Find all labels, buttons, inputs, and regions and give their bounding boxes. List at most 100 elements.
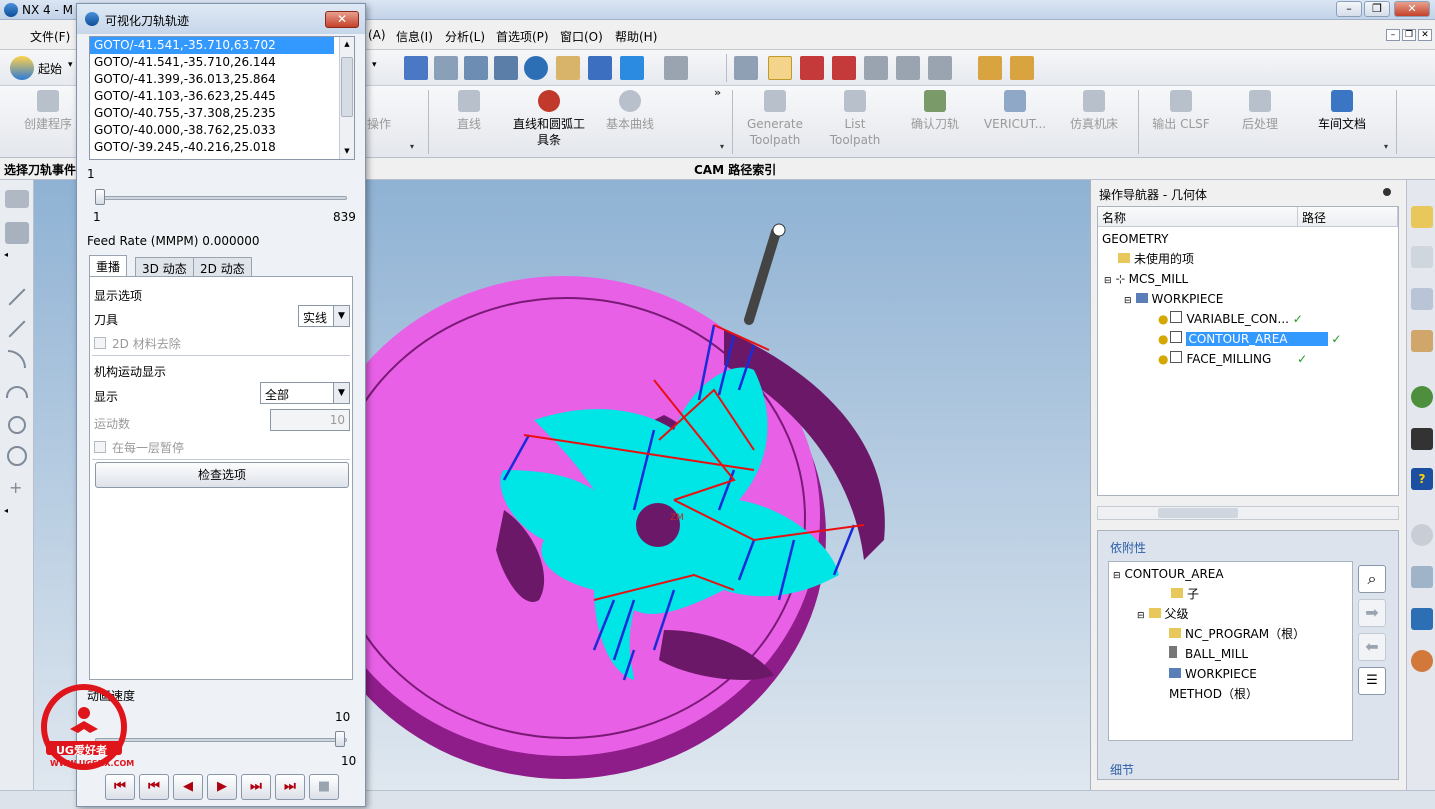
arc-tool-icon[interactable]: [8, 350, 26, 368]
tab-replay[interactable]: 重播: [89, 255, 128, 277]
vericut-button[interactable]: VERICUT...: [980, 90, 1050, 132]
list-view-icon[interactable]: ☰: [1358, 667, 1386, 695]
menu-info[interactable]: 信息(I): [396, 28, 433, 45]
scroll-thumb[interactable]: [1158, 508, 1238, 518]
create-program-button[interactable]: 创建程序: [18, 90, 78, 132]
fast-forward-button[interactable]: ⏭: [275, 774, 305, 800]
tool-icon[interactable]: [5, 222, 29, 244]
speed-slider-thumb[interactable]: [335, 731, 345, 747]
zoom-window-icon[interactable]: [434, 56, 458, 80]
doc-close-button[interactable]: ✕: [1418, 29, 1432, 41]
close-window-button[interactable]: ✕: [1394, 1, 1430, 17]
line-tool-2-icon[interactable]: [8, 320, 26, 338]
dep-row-nc-program[interactable]: NC_PROGRAM（根）: [1113, 624, 1349, 644]
collapse-icon[interactable]: ⊟: [1113, 571, 1121, 581]
program-view-icon[interactable]: [1411, 246, 1433, 268]
dep-row-ball-mill[interactable]: BALL_MILL: [1113, 644, 1349, 664]
layer-icon[interactable]: [734, 56, 758, 80]
point-tool-icon[interactable]: +: [9, 480, 25, 496]
arc-center-icon[interactable]: [928, 56, 952, 80]
column-header-path[interactable]: 路径: [1298, 207, 1398, 227]
restore-button[interactable]: ❐: [1364, 1, 1390, 17]
doc-restore-button[interactable]: ❐: [1402, 29, 1416, 41]
detail-title[interactable]: 细节: [1110, 761, 1134, 778]
output-clsf-button[interactable]: 输出 CLSF: [1148, 90, 1214, 132]
minimize-button[interactable]: –: [1336, 1, 1362, 17]
speed-slider-track[interactable]: [95, 738, 347, 742]
dep-row-method[interactable]: METHOD（根）: [1113, 684, 1349, 704]
dep-row-workpiece[interactable]: WORKPIECE: [1113, 664, 1349, 684]
tree-row-mcs-mill[interactable]: ⊟ ⊹ MCS_MILL: [1102, 269, 1392, 289]
tool-display-select[interactable]: 实线 ▼: [298, 305, 350, 327]
operation-navigator-tab-icon[interactable]: [1411, 206, 1433, 228]
history-icon[interactable]: [1411, 524, 1433, 546]
search-icon[interactable]: ⌕: [1358, 565, 1386, 593]
generate-toolpath-button[interactable]: Generate Toolpath: [744, 90, 806, 148]
control-point-icon[interactable]: [864, 56, 888, 80]
menu-preferences[interactable]: 首选项(P): [496, 28, 549, 45]
goto-row[interactable]: GOTO/-40.755,-37.308,25.235: [90, 105, 354, 122]
menu-file[interactable]: 文件(F): [30, 28, 70, 45]
shop-documentation-button[interactable]: 车间文档: [1310, 90, 1374, 132]
tree-row-variable-contour[interactable]: ● VARIABLE_CON... ✓: [1102, 309, 1392, 329]
basic-curve-button[interactable]: 基本曲线: [600, 90, 660, 132]
toolbar-overflow-icon[interactable]: »: [714, 86, 721, 99]
geometry-view-icon[interactable]: [1411, 330, 1433, 352]
toolbar-group-arrow-icon-3[interactable]: ▾: [1384, 142, 1388, 151]
forward-arrow-icon[interactable]: ➡: [1358, 599, 1386, 627]
dep-row-parents[interactable]: ⊟ 父级: [1113, 604, 1349, 624]
create-operation-button[interactable]: 操作: [362, 90, 396, 132]
line-button[interactable]: 直线: [446, 90, 492, 132]
goto-row[interactable]: GOTO/-41.541,-35.710,26.144: [90, 54, 354, 71]
shaded-view-icon[interactable]: [588, 56, 612, 80]
view-orientation-icon[interactable]: [664, 56, 688, 80]
training-icon[interactable]: [1411, 428, 1433, 450]
tree-row-contour-area[interactable]: ● CONTOUR_AREA ✓: [1102, 329, 1392, 349]
circle-tool-2-icon[interactable]: [7, 446, 27, 466]
event-slider-thumb[interactable]: [95, 189, 105, 205]
snap-point-icon[interactable]: [768, 56, 792, 80]
measure-angle-icon[interactable]: [1010, 56, 1034, 80]
verify-toolpath-button[interactable]: 确认刀轨: [906, 90, 964, 132]
line-arc-toolbar-button[interactable]: 直线和圆弧工 具条: [508, 90, 590, 148]
web-browser-icon[interactable]: [1411, 386, 1433, 408]
dep-row-children[interactable]: 子: [1113, 584, 1349, 604]
chevron-down-icon[interactable]: ▼: [333, 306, 349, 326]
step-back-button[interactable]: ⏮: [139, 774, 169, 800]
goto-list[interactable]: GOTO/-41.541,-35.710,63.702 GOTO/-41.541…: [89, 36, 355, 160]
goto-row-selected[interactable]: GOTO/-41.541,-35.710,63.702: [90, 37, 334, 54]
start-menu-button[interactable]: 起始: [38, 60, 62, 77]
scroll-down-arrow-icon[interactable]: ▼: [340, 144, 354, 158]
zoom-in-out-icon[interactable]: [494, 56, 518, 80]
tab-3d-dynamic[interactable]: 3D 动态: [135, 257, 194, 277]
stop-button[interactable]: ■: [309, 774, 339, 800]
roles-icon[interactable]: [1411, 650, 1433, 672]
postprocess-button[interactable]: 后处理: [1230, 90, 1290, 132]
arc-center-tool-icon[interactable]: [6, 386, 28, 398]
menu-analysis[interactable]: 分析(L): [445, 28, 485, 45]
goto-row[interactable]: GOTO/-40.000,-38.762,25.033: [90, 122, 354, 139]
chain-icon[interactable]: [5, 190, 29, 208]
event-slider-track[interactable]: [95, 196, 347, 200]
pause-each-layer-checkbox[interactable]: [94, 441, 106, 453]
goto-row[interactable]: GOTO/-41.103,-36.623,25.445: [90, 88, 354, 105]
step-forward-button[interactable]: ⏭: [241, 774, 271, 800]
display-select[interactable]: 全部 ▼: [260, 382, 350, 404]
collapse-icon[interactable]: ⊟: [1104, 276, 1112, 286]
fit-view-icon[interactable]: [404, 56, 428, 80]
tab-2d-dynamic[interactable]: 2D 动态: [193, 257, 252, 277]
midpoint-snap-icon[interactable]: [832, 56, 856, 80]
machine-tool-view-icon[interactable]: [1411, 288, 1433, 310]
help-icon[interactable]: ?: [1411, 468, 1433, 490]
goto-row[interactable]: GOTO/-41.399,-36.013,25.864: [90, 71, 354, 88]
process-studio-icon[interactable]: [1411, 608, 1433, 630]
material-removal-checkbox[interactable]: [94, 337, 106, 349]
intersection-icon[interactable]: [896, 56, 920, 80]
pin-icon[interactable]: [1383, 188, 1391, 196]
toolbar-group-arrow-icon[interactable]: ▾: [410, 142, 414, 151]
menu-window[interactable]: 窗口(O): [560, 28, 603, 45]
scroll-up-arrow-icon[interactable]: ▲: [340, 37, 354, 51]
back-arrow-icon[interactable]: ⬅: [1358, 633, 1386, 661]
tree-row-geometry[interactable]: GEOMETRY: [1102, 229, 1392, 249]
endpoint-snap-icon[interactable]: [800, 56, 824, 80]
